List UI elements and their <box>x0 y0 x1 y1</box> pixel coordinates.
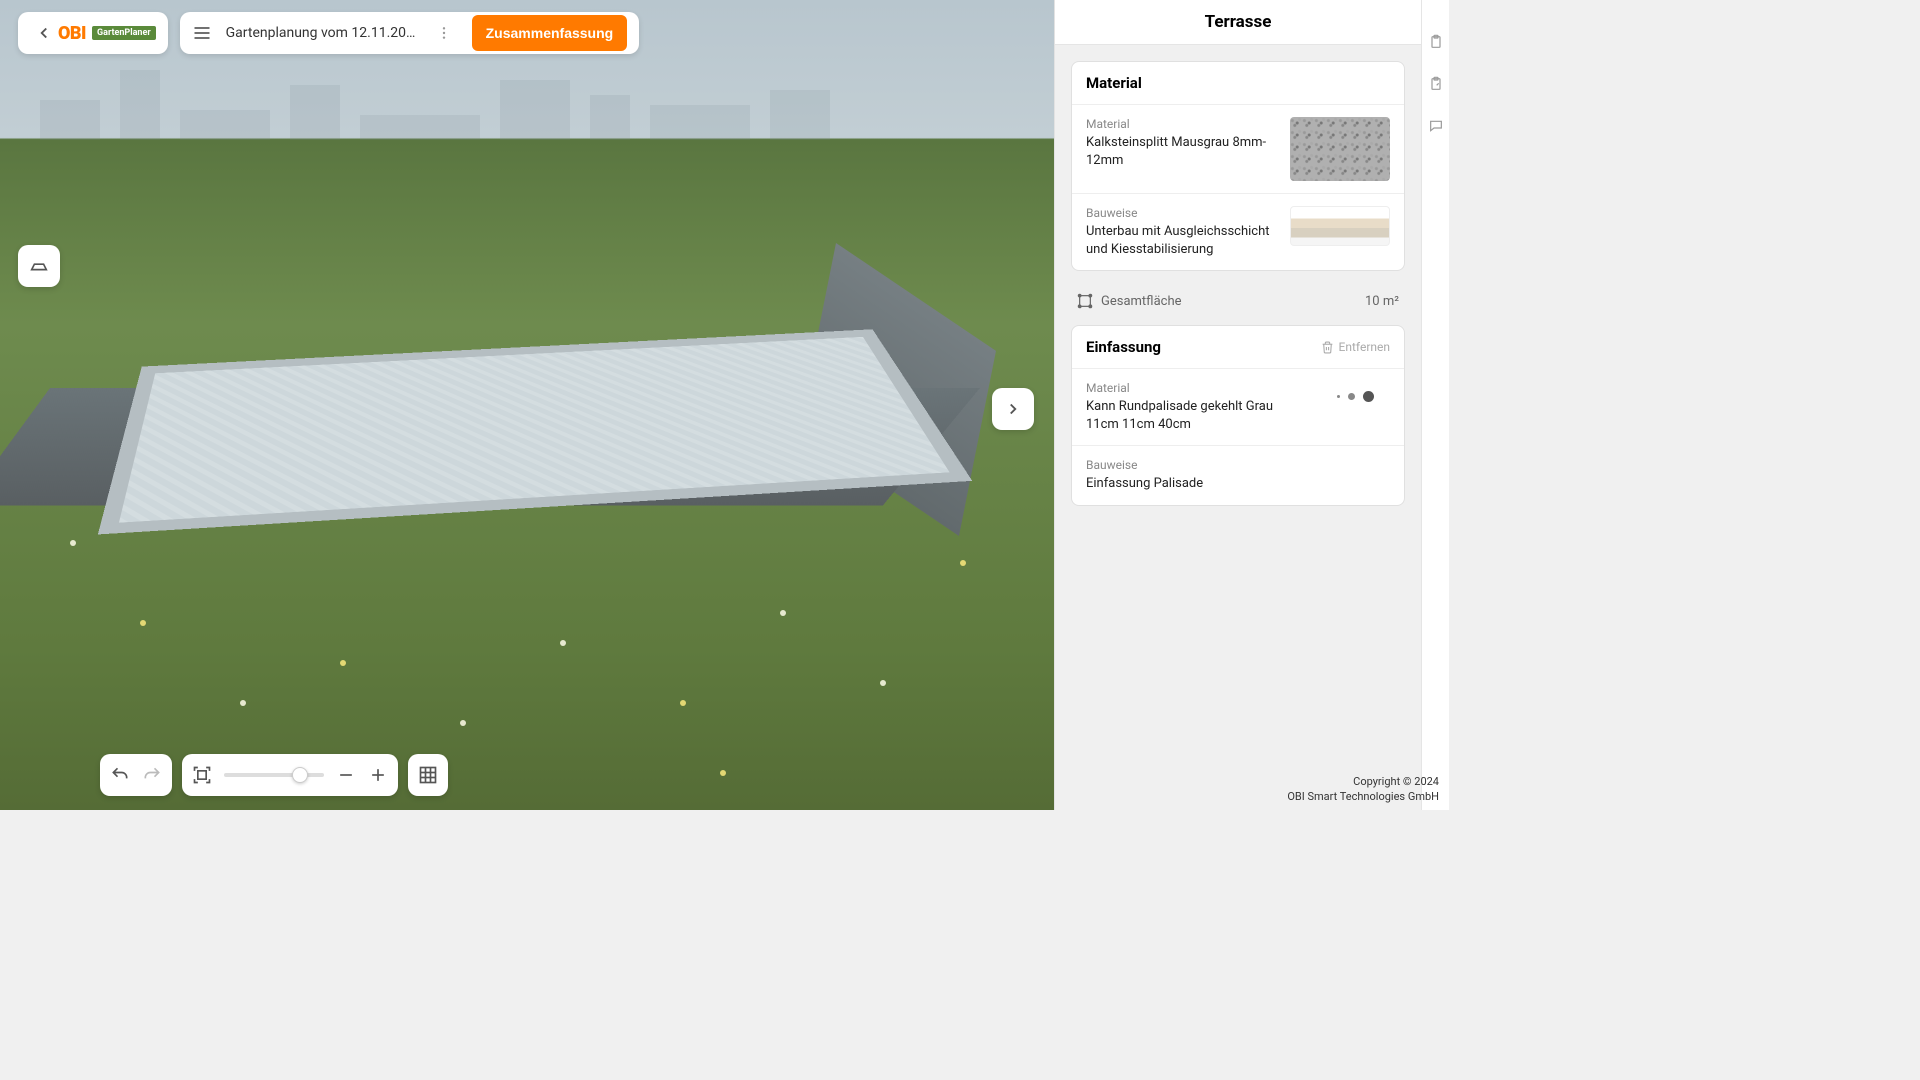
material-card-header: Material <box>1072 62 1404 105</box>
menu-button[interactable] <box>192 23 212 43</box>
rail-clipboard-icon[interactable] <box>1428 34 1444 50</box>
properties-panel: Terrasse Material Material Kalksteinspli… <box>1054 0 1421 810</box>
remove-einfassung-button[interactable]: Entfernen <box>1321 340 1390 354</box>
project-title[interactable]: Gartenplanung vom 12.11.2024 1... <box>226 25 416 41</box>
material-thumbnail <box>1290 117 1390 181</box>
einfassung-material-label: Material <box>1086 381 1308 395</box>
bauweise-value: Unterbau mit Ausgleichsschicht und Kiess… <box>1086 223 1278 258</box>
rail-notes-icon[interactable] <box>1428 76 1444 92</box>
einfassung-bauweise-value: Einfassung Palisade <box>1086 475 1390 493</box>
bauweise-label: Bauweise <box>1086 206 1278 220</box>
area-row: Gesamtfläche 10 m² <box>1055 287 1421 309</box>
material-card: Material Material Kalksteinsplitt Mausgr… <box>1071 61 1405 271</box>
einfassung-title: Einfassung <box>1086 338 1161 356</box>
einfassung-material-row[interactable]: Material Kann Rundpalisade gekehlt Grau … <box>1072 369 1404 446</box>
material-row[interactable]: Material Kalksteinsplitt Mausgrau 8mm-12… <box>1072 105 1404 194</box>
material-value: Kalksteinsplitt Mausgrau 8mm-12mm <box>1086 134 1278 169</box>
view-mode-button[interactable] <box>18 245 60 287</box>
zoom-thumb[interactable] <box>292 767 308 783</box>
zoom-out-button[interactable] <box>336 765 356 785</box>
logo-planner-badge: GartenPlaner <box>92 26 156 40</box>
undo-button[interactable] <box>110 765 130 785</box>
einfassung-card: Einfassung Entfernen Material Kann Rundp… <box>1071 325 1405 506</box>
logo-obi: OBI <box>58 23 86 44</box>
trash-icon <box>1321 341 1334 354</box>
zoom-slider[interactable] <box>224 773 324 777</box>
panel-title: Terrasse <box>1055 0 1421 45</box>
back-button[interactable] <box>30 24 58 42</box>
bottom-controls <box>100 754 448 796</box>
skyline-decor <box>0 60 1054 140</box>
viewport-3d[interactable] <box>0 0 1054 810</box>
redo-button[interactable] <box>142 765 162 785</box>
area-value: 10 m² <box>1365 294 1399 309</box>
next-button[interactable] <box>992 388 1034 430</box>
fit-view-button[interactable] <box>192 765 212 785</box>
icon-rail <box>1421 0 1449 810</box>
area-icon <box>1077 293 1093 309</box>
bauweise-row[interactable]: Bauweise Unterbau mit Ausgleichsschicht … <box>1072 194 1404 270</box>
summary-button[interactable]: Zusammenfassung <box>472 15 628 51</box>
project-options-button[interactable] <box>430 25 458 41</box>
einfassung-thumbnail <box>1320 381 1390 411</box>
project-pill: Gartenplanung vom 12.11.2024 1... Zusamm… <box>180 12 640 54</box>
area-label: Gesamtfläche <box>1101 294 1182 309</box>
einfassung-bauweise-label: Bauweise <box>1086 458 1390 472</box>
zoom-in-button[interactable] <box>368 765 388 785</box>
rail-chat-icon[interactable] <box>1428 118 1444 134</box>
logo-pill: OBI GartenPlaner <box>18 12 168 54</box>
material-label: Material <box>1086 117 1278 131</box>
bauweise-thumbnail <box>1290 206 1390 246</box>
einfassung-bauweise-row[interactable]: Bauweise Einfassung Palisade <box>1072 446 1404 505</box>
einfassung-material-value: Kann Rundpalisade gekehlt Grau 11cm 11cm… <box>1086 398 1308 433</box>
grid-toggle-button[interactable] <box>418 765 438 785</box>
copyright: Copyright © 2024 OBI Smart Technologies … <box>1287 775 1439 804</box>
